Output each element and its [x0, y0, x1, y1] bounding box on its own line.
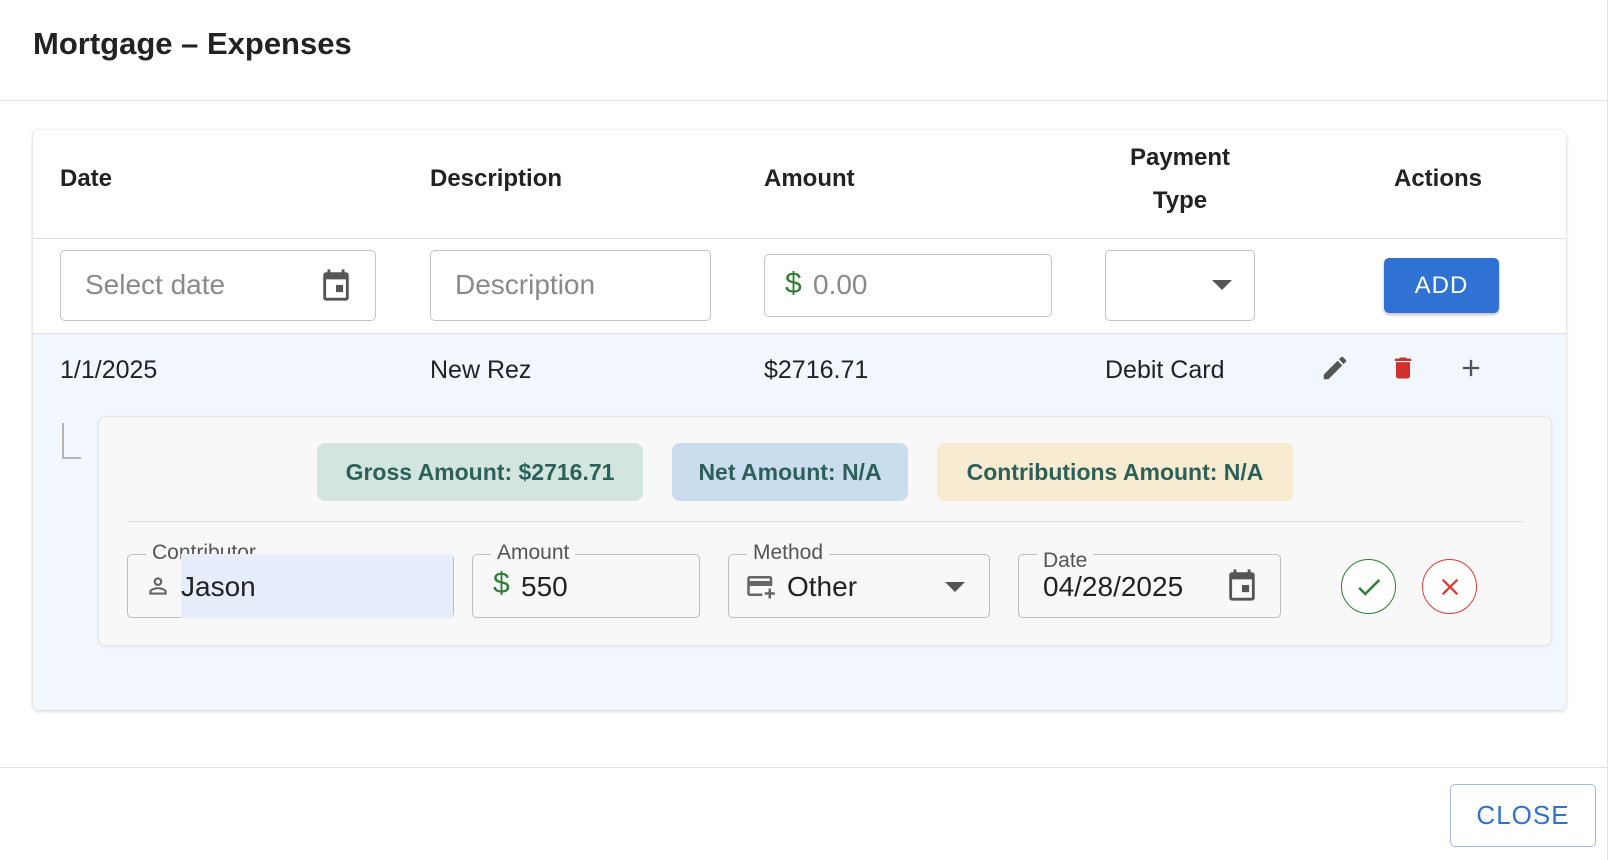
row-description: New Rez	[430, 356, 532, 384]
net-amount-chip: Net Amount: N/A	[672, 443, 908, 501]
method-label: Method	[747, 541, 830, 565]
contributions-panel: Gross Amount: $2716.71 Net Amount: N/A C…	[98, 416, 1552, 646]
contribution-amount-field[interactable]: Amount $ 550	[472, 541, 700, 618]
calendar-icon[interactable]	[1223, 565, 1261, 605]
check-icon	[1354, 572, 1384, 602]
amount-placeholder: 0.00	[813, 269, 868, 300]
contribution-amount-value: 550	[521, 571, 568, 602]
payment-method-icon	[743, 569, 779, 603]
dialog-title: Mortgage – Expenses	[33, 26, 352, 61]
contributions-divider	[127, 521, 1524, 522]
delete-icon[interactable]	[1385, 350, 1421, 386]
header-date: Date	[60, 165, 113, 192]
row-date: 1/1/2025	[60, 356, 158, 384]
header-actions: Actions	[1393, 165, 1482, 192]
add-expense-button[interactable]: ADD	[1384, 258, 1499, 313]
description-input[interactable]: Description	[430, 250, 711, 321]
tree-connector-icon	[59, 422, 83, 462]
contribution-date-field[interactable]: Date 04/28/2025	[1018, 549, 1281, 618]
header-description: Description	[430, 165, 563, 192]
date-placeholder: Select date	[85, 269, 226, 300]
header-payment-type-line1: Payment	[1129, 144, 1231, 171]
dropdown-arrow-icon	[1210, 275, 1234, 295]
expense-row-expanded: 1/1/2025 New Rez $2716.71 Debit Card Gro…	[33, 334, 1566, 710]
description-placeholder: Description	[455, 269, 596, 300]
contributor-value: Jason	[181, 571, 256, 602]
edit-icon[interactable]	[1317, 350, 1353, 386]
date-picker-input[interactable]: Select date	[60, 250, 376, 321]
header-payment-type-line2: Type	[1152, 187, 1208, 214]
cancel-icon	[1436, 573, 1464, 601]
amount-currency-symbol: $	[493, 567, 510, 600]
scrollbar-track	[1607, 0, 1612, 860]
confirm-contribution-button[interactable]	[1341, 559, 1396, 614]
header-amount: Amount	[764, 165, 855, 192]
expenses-dialog: Mortgage – Expenses Date Description Amo…	[0, 0, 1612, 860]
contribution-date-value: 04/28/2025	[1043, 571, 1184, 602]
dropdown-arrow-icon	[943, 577, 967, 597]
amount-label: Amount	[491, 541, 576, 565]
amount-input[interactable]: $ 0.00	[764, 254, 1052, 317]
date-label: Date	[1037, 549, 1094, 573]
close-button[interactable]: CLOSE	[1450, 784, 1596, 847]
calendar-icon[interactable]	[317, 265, 355, 305]
person-icon	[144, 571, 172, 601]
row-payment-type: Debit Card	[1105, 356, 1225, 384]
footer-divider	[0, 767, 1607, 768]
method-select[interactable]: Method Other	[728, 541, 990, 618]
contributions-amount-chip: Contributions Amount: N/A	[937, 443, 1293, 501]
add-icon[interactable]	[1453, 350, 1489, 386]
cancel-contribution-button[interactable]	[1422, 559, 1477, 614]
payment-type-select[interactable]	[1105, 250, 1255, 321]
expenses-table-card: Date Description Amount Payment Type Act…	[33, 130, 1566, 710]
header-divider	[33, 238, 1566, 239]
row-amount: $2716.71	[764, 356, 869, 384]
method-value: Other	[787, 571, 858, 602]
title-divider	[0, 100, 1607, 101]
gross-amount-chip: Gross Amount: $2716.71	[317, 443, 643, 501]
currency-symbol: $	[785, 267, 802, 300]
contributor-field[interactable]: Contributor Jason	[127, 541, 454, 618]
